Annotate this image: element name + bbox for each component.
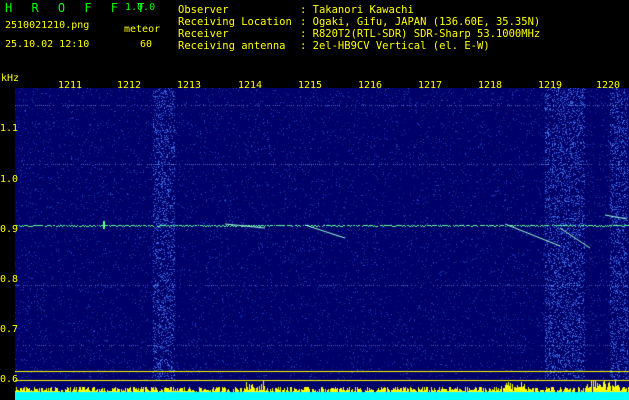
time-tick-1218: 1218 [477,80,503,91]
freq-tick-1-0: 1.0 [0,174,19,185]
spectrogram-canvas [15,88,629,400]
antenna-label: Receiving antenna [178,40,286,52]
observer-label: Observer [178,4,229,16]
time-tick-1217: 1217 [417,80,443,91]
time-tick-1219: 1219 [537,80,563,91]
observer-value: : Takanori Kawachi [300,4,414,16]
time-tick-1216: 1216 [357,80,383,91]
receiver-value: : R820T2(RTL-SDR) SDR-Sharp 53.1000MHz [300,28,541,40]
freq-tick-0-7: 0.7 [0,324,19,335]
time-tick-1213: 1213 [176,80,202,91]
app-version: 1.0.0 [125,2,156,13]
time-tick-1212: 1212 [116,80,142,91]
freq-tick-0-8: 0.8 [0,274,19,285]
freq-tick-0-6: 0.6 [0,374,19,385]
location-label: Receiving Location [178,16,292,28]
freq-tick-1-1: 1.1 [0,123,19,134]
receiver-label: Receiver [178,28,229,40]
image-filename: 2510021210.png [5,20,90,31]
freq-unit-label: kHz [1,73,20,84]
time-tick-1214: 1214 [237,80,263,91]
time-tick-1215: 1215 [297,80,323,91]
meteor-count: 60 [140,39,153,50]
mode-label: meteor [124,24,161,35]
antenna-value: : 2el-HB9CV Vertical (el. E-W) [300,40,490,52]
location-value: : Ogaki, Gifu, JAPAN (136.60E, 35.35N) [300,16,541,28]
time-tick-1220: 1220 [595,80,621,91]
hrofft-window: H R O F F T 1.0.0 2510021210.png meteor … [0,0,629,400]
timestamp: 25.10.02 12:10 [5,39,90,50]
time-tick-1211: 1211 [57,80,83,91]
freq-tick-0-9: 0.9 [0,224,19,235]
